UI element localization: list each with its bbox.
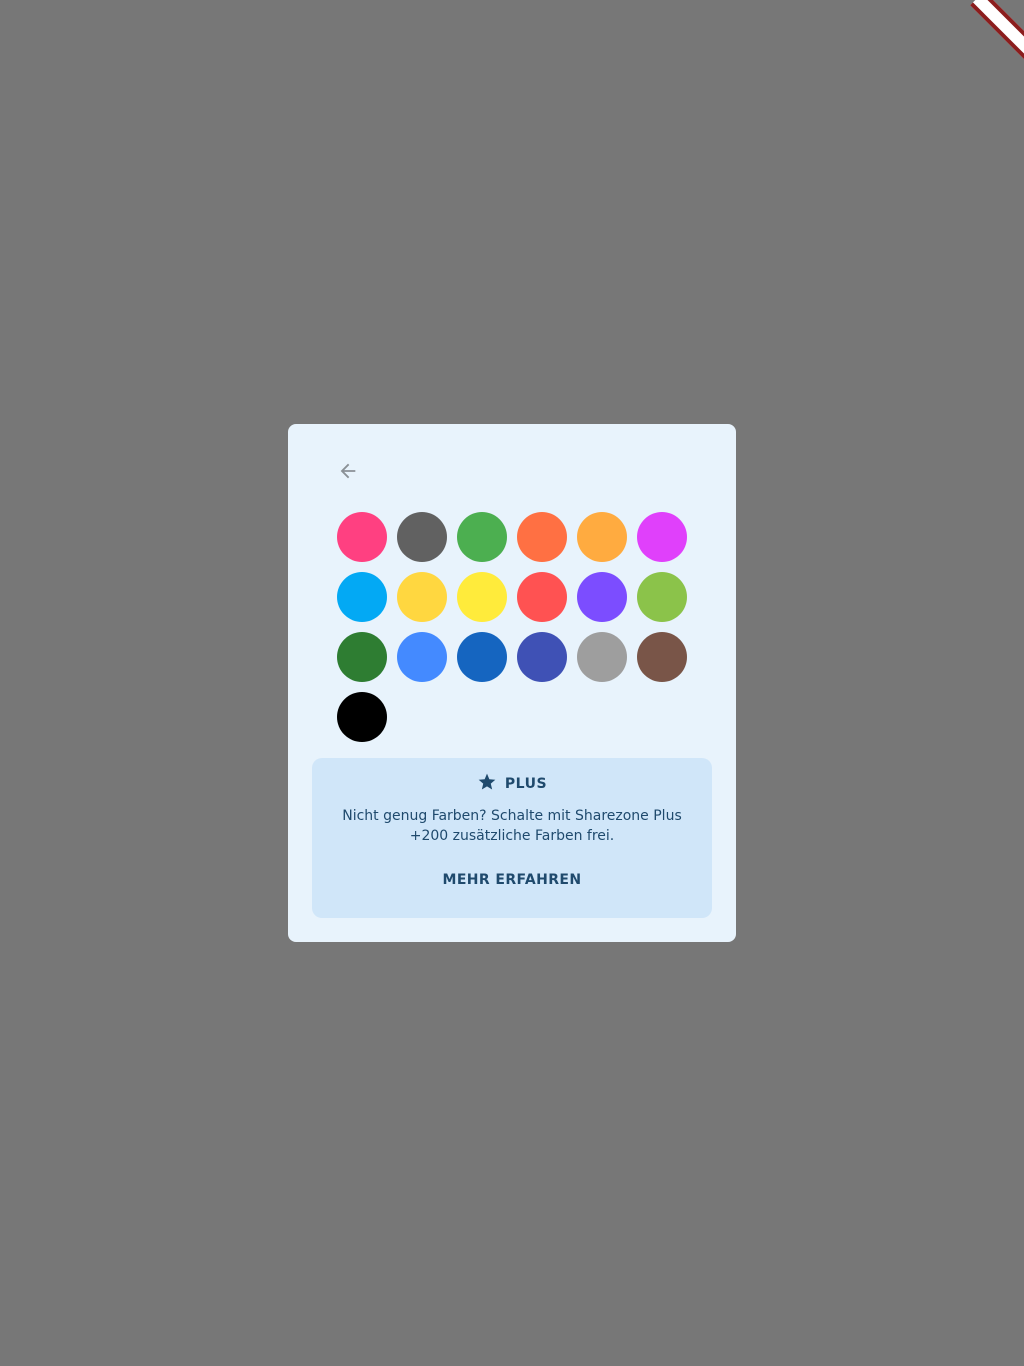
debug-banner: [964, 0, 1024, 60]
color-swatch[interactable]: [337, 632, 387, 682]
color-swatch[interactable]: [517, 632, 567, 682]
plus-description: Nicht genug Farben? Schalte mit Sharezon…: [342, 808, 682, 844]
back-button[interactable]: [337, 459, 385, 483]
color-swatch[interactable]: [457, 572, 507, 622]
color-swatch[interactable]: [517, 512, 567, 562]
color-picker-dialog: PLUS Nicht genug Farben? Schalte mit Sha…: [288, 424, 736, 942]
color-swatch[interactable]: [397, 572, 447, 622]
star-icon: [477, 772, 497, 796]
color-swatch[interactable]: [457, 512, 507, 562]
debug-banner-stripe: [970, 0, 1024, 60]
color-swatch[interactable]: [397, 512, 447, 562]
color-swatch[interactable]: [337, 692, 387, 742]
color-swatch[interactable]: [577, 512, 627, 562]
color-swatch[interactable]: [577, 572, 627, 622]
color-swatch[interactable]: [457, 632, 507, 682]
arrow-back-icon: [337, 460, 359, 482]
color-swatch[interactable]: [337, 512, 387, 562]
plus-upsell-card: PLUS Nicht genug Farben? Schalte mit Sha…: [312, 758, 712, 918]
color-swatch[interactable]: [577, 632, 627, 682]
color-swatch[interactable]: [637, 512, 687, 562]
plus-label: PLUS: [504, 776, 548, 792]
learn-more-button[interactable]: MEHR ERFAHREN: [312, 872, 712, 888]
color-swatch[interactable]: [337, 572, 387, 622]
plus-header: PLUS: [312, 772, 712, 796]
color-swatch[interactable]: [637, 632, 687, 682]
color-swatch[interactable]: [637, 572, 687, 622]
color-swatch[interactable]: [517, 572, 567, 622]
color-swatch[interactable]: [397, 632, 447, 682]
